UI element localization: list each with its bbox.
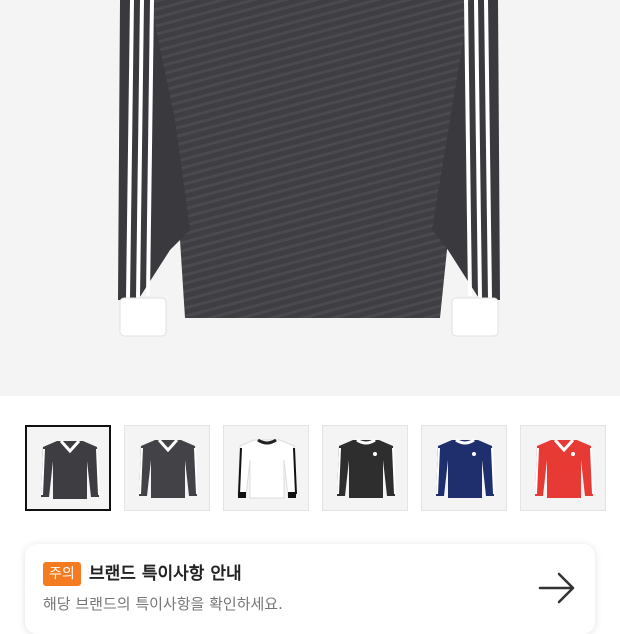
shirt-thumbnail-icon <box>436 438 495 498</box>
thumbnail-strip <box>0 425 620 513</box>
thumbnail-2[interactable] <box>124 425 210 511</box>
thumbnail-3[interactable] <box>223 425 309 511</box>
thumbnail-6[interactable] <box>520 425 606 511</box>
thumbnail-5[interactable] <box>421 425 507 511</box>
thumbnail-1[interactable] <box>25 425 111 511</box>
notice-title: 브랜드 특이사항 안내 <box>89 564 242 584</box>
shirt-thumbnail-icon <box>535 438 594 498</box>
notice-subtitle: 해당 브랜드의 특이사항을 확인하세요. <box>43 595 283 613</box>
shirt-thumbnail-icon <box>337 438 396 498</box>
shirt-thumbnail-icon <box>139 438 198 498</box>
thumbnail-4[interactable] <box>322 425 408 511</box>
arrow-right-icon[interactable] <box>537 568 577 608</box>
notice-badge: 주의 <box>43 562 81 586</box>
brand-notice-card[interactable]: 주의 브랜드 특이사항 안내 해당 브랜드의 특이사항을 확인하세요. <box>25 544 595 634</box>
product-main-image[interactable] <box>0 0 620 396</box>
shirt-thumbnail-icon <box>41 439 100 499</box>
shirt-thumbnail-icon <box>237 438 297 499</box>
shirt-image <box>118 0 500 337</box>
